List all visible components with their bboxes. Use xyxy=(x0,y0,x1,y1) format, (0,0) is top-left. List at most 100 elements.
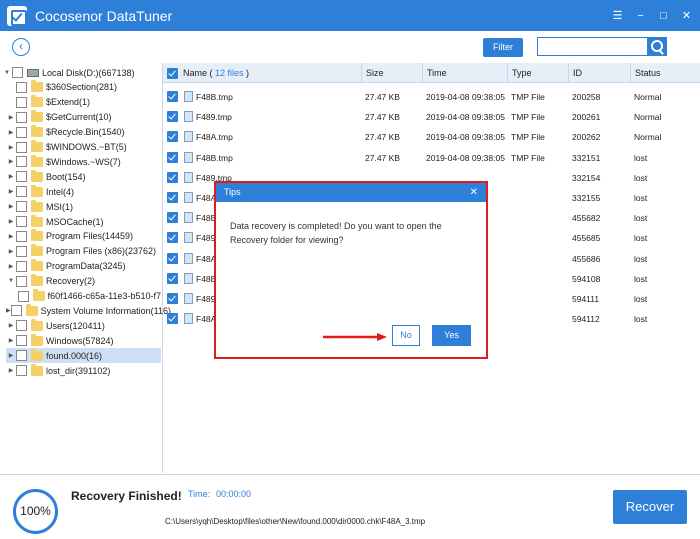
expand-arrow-icon[interactable]: ▼ xyxy=(2,70,12,76)
collapse-arrow-icon[interactable]: ▶ xyxy=(6,129,16,136)
menu-icon[interactable]: ☰ xyxy=(612,9,623,22)
collapse-arrow-icon[interactable]: ▶ xyxy=(6,263,16,270)
collapse-arrow-icon[interactable]: ▶ xyxy=(6,203,16,210)
cell-status: lost xyxy=(634,193,648,203)
yes-button[interactable]: Yes xyxy=(432,325,471,346)
tree-checkbox[interactable] xyxy=(10,305,22,317)
tree-item[interactable]: ▶ MSI(1) xyxy=(6,199,161,214)
collapse-arrow-icon[interactable]: ▶ xyxy=(6,188,16,195)
tree-item[interactable]: ▼ Recovery(2) xyxy=(6,274,161,289)
tree-item[interactable]: $360Section(281) xyxy=(6,80,161,95)
tree-item[interactable]: ▶ MSOCache(1) xyxy=(6,214,161,229)
collapse-arrow-icon[interactable]: ▶ xyxy=(6,367,16,374)
close-icon[interactable]: ✕ xyxy=(681,9,692,22)
tree-checkbox[interactable] xyxy=(16,260,27,272)
tree-item[interactable]: ▶ ProgramData(3245) xyxy=(6,259,161,274)
recover-button[interactable]: Recover xyxy=(613,490,687,524)
collapse-arrow-icon[interactable]: ▶ xyxy=(6,233,16,240)
tree-item[interactable]: ▶ Windows(57824) xyxy=(6,333,161,348)
cell-id: 455682 xyxy=(572,213,601,224)
tree-item[interactable]: ▶ lost_dir(391102) xyxy=(6,363,161,378)
tree-checkbox[interactable] xyxy=(12,67,23,78)
title-bar: Cocosenor DataTuner ☰ − □ ✕ xyxy=(0,0,700,31)
collapse-arrow-icon[interactable]: ▶ xyxy=(6,337,16,344)
tree-checkbox[interactable] xyxy=(17,290,29,302)
expand-arrow-icon[interactable]: ▼ xyxy=(6,278,16,284)
filter-button[interactable]: Filter xyxy=(483,38,523,57)
tree-checkbox[interactable] xyxy=(16,81,27,93)
maximize-icon[interactable]: □ xyxy=(658,10,669,22)
tree-checkbox[interactable] xyxy=(16,365,27,376)
row-checkbox[interactable] xyxy=(167,111,178,123)
tree-item[interactable]: ▶ $Recycle.Bin(1540) xyxy=(6,125,161,140)
back-button[interactable]: ‹ xyxy=(12,38,30,56)
tree-item[interactable]: ▶ $WINDOWS.~BT(5) xyxy=(6,140,161,155)
tree-checkbox[interactable] xyxy=(16,245,27,257)
tree-item-label: Program Files (x86)(23762) xyxy=(46,246,157,257)
tree-item[interactable]: ▶ Boot(154) xyxy=(6,169,161,184)
tree-checkbox[interactable] xyxy=(16,216,27,227)
tree-checkbox[interactable] xyxy=(16,320,27,332)
close-icon[interactable]: ✕ xyxy=(470,183,478,202)
tree-item[interactable]: ▶ $GetCurrent(10) xyxy=(6,110,161,125)
tree-checkbox[interactable] xyxy=(16,201,27,213)
row-checkbox[interactable] xyxy=(167,91,178,102)
row-checkbox[interactable] xyxy=(167,272,178,284)
collapse-arrow-icon[interactable]: ▶ xyxy=(6,248,16,255)
column-header-time[interactable]: Time xyxy=(422,63,507,83)
search-icon[interactable] xyxy=(647,37,667,56)
tree-checkbox[interactable] xyxy=(16,111,27,123)
row-checkbox[interactable] xyxy=(167,313,178,325)
tree-item[interactable]: ▶ Intel(4) xyxy=(6,184,161,199)
row-checkbox[interactable] xyxy=(167,293,178,304)
tree-item[interactable]: ▼ Local Disk(D:)(667138) xyxy=(2,65,161,80)
column-header-status[interactable]: Status xyxy=(630,63,700,83)
column-header-name[interactable]: Name ( 12 files ) xyxy=(163,63,361,83)
minimize-icon[interactable]: − xyxy=(635,10,646,22)
tree-item[interactable]: f60f1466-c65a-11e3-b510-f7 xyxy=(14,289,161,304)
tree-item[interactable]: ▶ Program Files (x86)(23762) xyxy=(6,244,161,259)
tree-checkbox[interactable] xyxy=(16,230,27,242)
row-checkbox[interactable] xyxy=(167,232,178,244)
row-checkbox[interactable] xyxy=(167,131,178,143)
table-row[interactable]: F48B.tmp 27.47 KB 2019-04-08 09:38:05 TMP F… xyxy=(163,87,700,107)
collapse-arrow-icon[interactable]: ▶ xyxy=(6,173,16,180)
collapse-arrow-icon[interactable]: ▶ xyxy=(6,352,16,359)
row-checkbox[interactable] xyxy=(167,151,178,163)
tree-item[interactable]: ▶ found.000(16) xyxy=(6,348,161,364)
tree-checkbox[interactable] xyxy=(16,156,27,168)
tree-item-label: Users(120411) xyxy=(46,320,105,331)
table-row[interactable]: F489.tmp 27.47 KB 2019-04-08 09:38:05 TMP F… xyxy=(163,107,700,127)
no-button[interactable]: No xyxy=(392,325,420,346)
tree-checkbox[interactable] xyxy=(16,96,27,108)
row-checkbox[interactable] xyxy=(167,171,178,183)
table-row[interactable]: F48B.tmp 27.47 KB 2019-04-08 09:38:05 TMP F… xyxy=(163,148,700,168)
row-checkbox[interactable] xyxy=(167,192,178,203)
row-checkbox[interactable] xyxy=(167,212,178,224)
row-checkbox[interactable] xyxy=(167,252,178,264)
cell-id: 332151 xyxy=(572,152,601,163)
collapse-arrow-icon[interactable]: ▶ xyxy=(6,158,16,165)
collapse-arrow-icon[interactable]: ▶ xyxy=(6,144,16,151)
tree-item[interactable]: ▶ Users(120411) xyxy=(6,318,161,333)
column-header-size[interactable]: Size xyxy=(361,63,422,83)
column-header-id[interactable]: ID xyxy=(568,63,630,83)
tree-checkbox[interactable] xyxy=(16,335,27,347)
tree-checkbox[interactable] xyxy=(16,171,27,183)
tree-item[interactable]: ▶ System Volume Information(116) xyxy=(6,303,171,318)
tree-checkbox[interactable] xyxy=(16,141,27,153)
search-input[interactable] xyxy=(537,37,649,56)
tree-checkbox[interactable] xyxy=(16,350,27,362)
collapse-arrow-icon[interactable]: ▶ xyxy=(6,218,16,225)
collapse-arrow-icon[interactable]: ▶ xyxy=(6,322,16,329)
tree-item[interactable]: $Extend(1) xyxy=(6,95,161,110)
tree-checkbox[interactable] xyxy=(16,275,27,287)
tree-checkbox[interactable] xyxy=(16,186,27,198)
tree-item[interactable]: ▶ $Windows.~WS(7) xyxy=(6,154,161,169)
tree-checkbox[interactable] xyxy=(16,126,27,138)
select-all-checkbox[interactable] xyxy=(167,68,178,79)
collapse-arrow-icon[interactable]: ▶ xyxy=(6,114,16,121)
table-row[interactable]: F48A.tmp 27.47 KB 2019-04-08 09:38:05 TMP F… xyxy=(163,127,700,147)
column-header-type[interactable]: Type xyxy=(507,63,568,83)
tree-item[interactable]: ▶ Program Files(14459) xyxy=(6,229,161,244)
